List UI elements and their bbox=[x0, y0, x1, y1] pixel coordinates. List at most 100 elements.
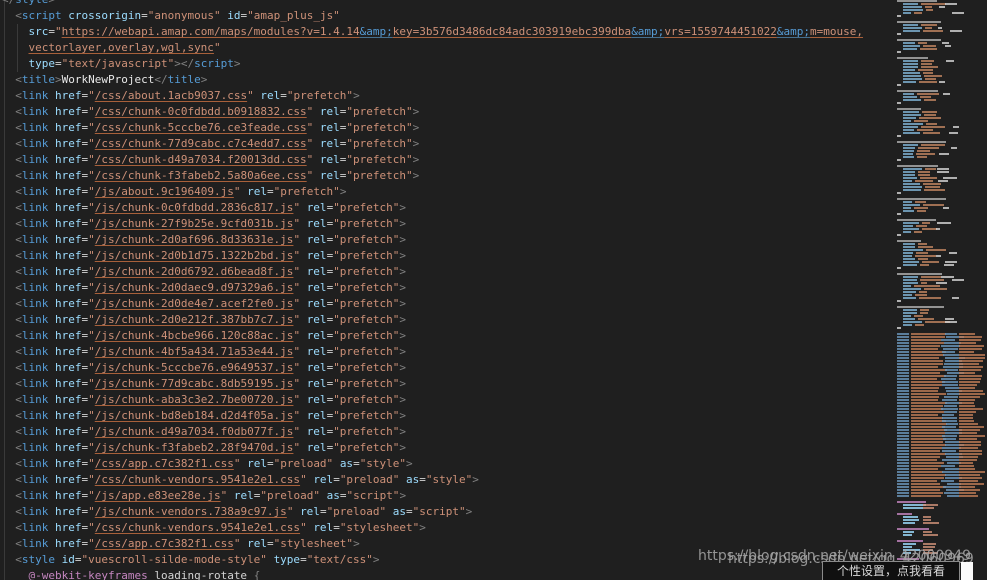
settings-tooltip[interactable]: 个性设置，点我看看 bbox=[822, 561, 960, 580]
code-line[interactable]: <link href="/css/chunk-f3fabeb2.5a80a6ee… bbox=[2, 168, 890, 184]
minimap-line bbox=[893, 177, 987, 179]
minimap-line bbox=[893, 129, 987, 131]
code-line[interactable]: <link href="/css/chunk-5cccbe76.ce3feade… bbox=[2, 120, 890, 136]
minimap-line bbox=[893, 42, 987, 44]
minimap-line bbox=[893, 12, 987, 14]
minimap-line bbox=[893, 180, 987, 182]
code-line[interactable]: <link href="/js/chunk-77d9cabc.8db59195.… bbox=[2, 376, 890, 392]
minimap-line bbox=[893, 249, 987, 251]
code-line[interactable]: <link href="/js/chunk-2d0e212f.387bb7c7.… bbox=[2, 312, 890, 328]
minimap-line bbox=[893, 153, 987, 155]
minimap-line bbox=[893, 501, 987, 503]
minimap-line bbox=[893, 543, 987, 545]
code-line[interactable]: <link href="/css/chunk-77d9cabc.c7c4edd7… bbox=[2, 136, 890, 152]
code-line[interactable]: <title>WorkNewProject</title> bbox=[2, 72, 890, 88]
code-line[interactable]: @-webkit-keyframes loading-rotate { bbox=[2, 568, 890, 580]
code-line[interactable]: <link href="/js/about.9c196409.js" rel="… bbox=[2, 184, 890, 200]
minimap-line bbox=[893, 369, 987, 371]
minimap-line bbox=[893, 285, 987, 287]
minimap-line bbox=[893, 333, 987, 335]
minimap-line bbox=[893, 522, 987, 524]
code-line[interactable]: type="text/javascript"></script> bbox=[2, 56, 890, 72]
code-line[interactable]: <link href="/js/chunk-5cccbe76.e9649537.… bbox=[2, 360, 890, 376]
code-line[interactable]: vectorlayer,overlay,wgl,sync" bbox=[2, 40, 890, 56]
minimap-line bbox=[893, 66, 987, 68]
minimap-line bbox=[893, 102, 987, 104]
minimap-line bbox=[893, 411, 987, 413]
code-line[interactable]: src="https://webapi.amap.com/maps/module… bbox=[2, 24, 890, 40]
code-line[interactable]: <link href="/css/chunk-0c0fdbdd.b0918832… bbox=[2, 104, 890, 120]
code-line[interactable]: <link href="/css/about.1acb9037.css" rel… bbox=[2, 88, 890, 104]
code-line[interactable]: <link href="/css/app.c7c382f1.css" rel="… bbox=[2, 456, 890, 472]
code-line[interactable]: <link href="/css/chunk-vendors.9541e2e1.… bbox=[2, 472, 890, 488]
minimap-line bbox=[893, 72, 987, 74]
code-line[interactable]: <link href="/js/chunk-2d0daec9.d97329a6.… bbox=[2, 280, 890, 296]
code-line[interactable]: <link href="/js/chunk-4bf5a434.71a53e44.… bbox=[2, 344, 890, 360]
code-line[interactable]: <link href="/js/chunk-2d0b1d75.1322b2bd.… bbox=[2, 248, 890, 264]
minimap-line bbox=[893, 63, 987, 65]
minimap-line bbox=[893, 90, 987, 92]
minimap-line bbox=[893, 126, 987, 128]
minimap-line bbox=[893, 366, 987, 368]
minimap-line bbox=[893, 150, 987, 152]
minimap-line bbox=[893, 93, 987, 95]
minimap-line bbox=[893, 504, 987, 506]
code-line[interactable]: <link href="/js/chunk-f3fabeb2.28f9470d.… bbox=[2, 440, 890, 456]
minimap[interactable] bbox=[893, 0, 987, 580]
minimap-line bbox=[893, 417, 987, 419]
minimap-line bbox=[893, 69, 987, 71]
code-line[interactable]: <link href="/js/chunk-0c0fdbdd.2836c817.… bbox=[2, 200, 890, 216]
minimap-line bbox=[893, 186, 987, 188]
minimap-line bbox=[893, 444, 987, 446]
code-line[interactable]: <link href="/js/chunk-2d0af696.8d33631e.… bbox=[2, 232, 890, 248]
code-line[interactable]: <script crossorigin="anonymous" id="amap… bbox=[2, 8, 890, 24]
code-editor-window: </style> <script crossorigin="anonymous"… bbox=[0, 0, 987, 580]
minimap-line bbox=[893, 534, 987, 536]
code-line[interactable]: <link href="/css/chunk-vendors.9541e2e1.… bbox=[2, 520, 890, 536]
code-line[interactable]: <link href="/css/chunk-d49a7034.f20013dd… bbox=[2, 152, 890, 168]
minimap-line bbox=[893, 219, 987, 221]
code-line[interactable]: </style> bbox=[2, 0, 890, 8]
minimap-line bbox=[893, 450, 987, 452]
minimap-line bbox=[893, 264, 987, 266]
minimap-line bbox=[893, 531, 987, 533]
minimap-line bbox=[893, 114, 987, 116]
minimap-line bbox=[893, 354, 987, 356]
minimap-line bbox=[893, 234, 987, 236]
minimap-line bbox=[893, 489, 987, 491]
minimap-line bbox=[893, 210, 987, 212]
minimap-line bbox=[893, 84, 987, 86]
minimap-line bbox=[893, 471, 987, 473]
minimap-line bbox=[893, 99, 987, 101]
minimap-line bbox=[893, 372, 987, 374]
code-editor-content[interactable]: </style> <script crossorigin="anonymous"… bbox=[2, 0, 890, 580]
minimap-line bbox=[893, 15, 987, 17]
code-line[interactable]: <link href="/js/app.e83ee28e.js" rel="pr… bbox=[2, 488, 890, 504]
minimap-line bbox=[893, 507, 987, 509]
code-line[interactable]: <link href="/js/chunk-aba3c3e2.7be00720.… bbox=[2, 392, 890, 408]
minimap-line bbox=[893, 315, 987, 317]
minimap-line bbox=[893, 222, 987, 224]
minimap-line bbox=[893, 348, 987, 350]
minimap-line bbox=[893, 336, 987, 338]
minimap-line bbox=[893, 390, 987, 392]
code-line[interactable]: <link href="/js/chunk-27f9b25e.9cfd031b.… bbox=[2, 216, 890, 232]
code-line[interactable]: <link href="/js/chunk-2d0de4e7.acef2fe0.… bbox=[2, 296, 890, 312]
minimap-line bbox=[893, 282, 987, 284]
minimap-line bbox=[893, 21, 987, 23]
code-line[interactable]: <link href="/js/chunk-vendors.738a9c97.j… bbox=[2, 504, 890, 520]
minimap-line bbox=[893, 252, 987, 254]
minimap-line bbox=[893, 363, 987, 365]
code-line[interactable]: <link href="/js/chunk-2d0d6792.d6bead8f.… bbox=[2, 264, 890, 280]
minimap-line bbox=[893, 183, 987, 185]
code-line[interactable]: <link href="/js/chunk-bd8eb184.d2d4f05a.… bbox=[2, 408, 890, 424]
minimap-line bbox=[893, 318, 987, 320]
minimap-line bbox=[893, 39, 987, 41]
code-line[interactable]: <link href="/js/chunk-d49a7034.f0db077f.… bbox=[2, 424, 890, 440]
minimap-line bbox=[893, 123, 987, 125]
minimap-line bbox=[893, 435, 987, 437]
minimap-line bbox=[893, 174, 987, 176]
minimap-line bbox=[893, 6, 987, 8]
code-line[interactable]: <link href="/js/chunk-4bcbe966.120c88ac.… bbox=[2, 328, 890, 344]
minimap-line bbox=[893, 258, 987, 260]
